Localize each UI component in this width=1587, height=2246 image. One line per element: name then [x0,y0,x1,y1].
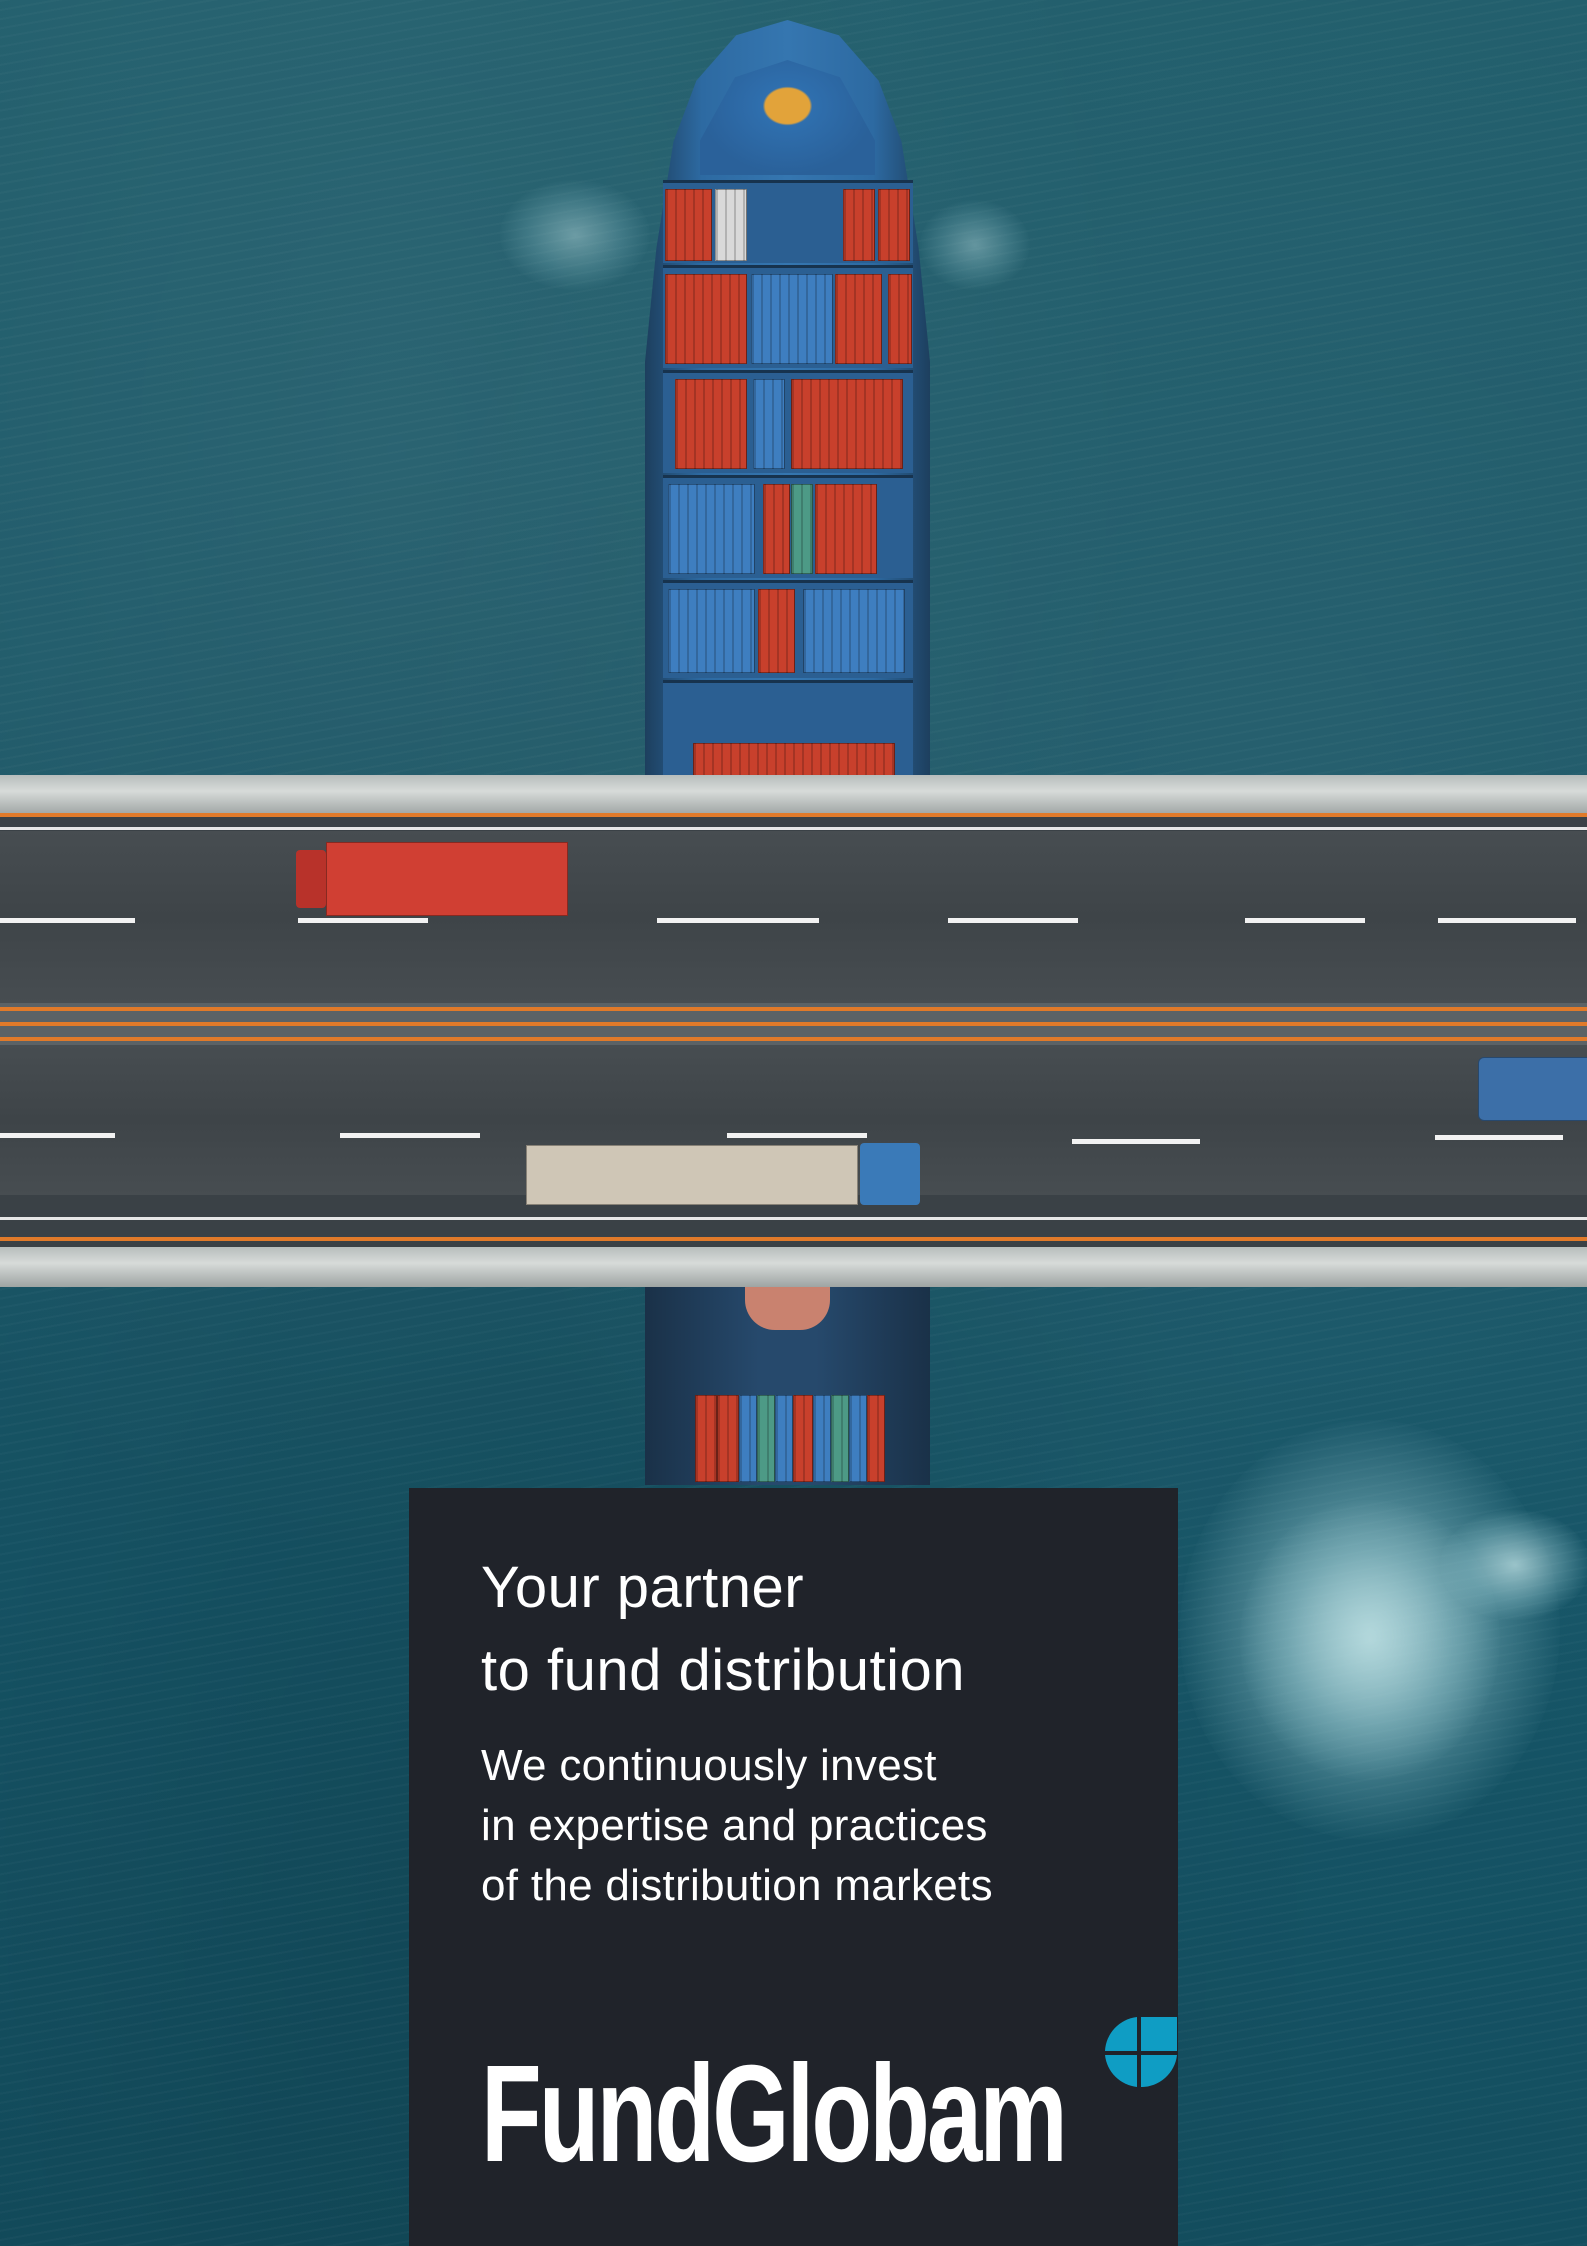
brand-logo: FundGlobam [481,2013,1177,2193]
wake-foam [1440,1510,1587,1620]
ship-bridge-house [745,1285,830,1330]
container [739,1395,757,1482]
bridge-railing [0,775,1587,815]
lane-marking [948,918,1078,923]
subheadline-line: of the distribution markets [481,1861,993,1910]
truck-trailer [1478,1057,1587,1121]
bridge-edge-stripe [0,1217,1587,1220]
bridge-edge-stripe [0,813,1587,817]
lane-marking [340,1133,480,1138]
lane-marking [1245,918,1365,923]
brand-wordmark: FundGlobam [481,2037,1068,2191]
container [843,189,875,261]
bridge-edge-stripe [0,1237,1587,1241]
white-truck [526,1143,930,1207]
median-stripe [0,1022,1587,1026]
container [717,1395,739,1482]
highway-bridge [0,775,1587,1287]
headline: Your partner to fund distribution [481,1546,965,1712]
bow-wave [500,180,650,290]
subheadline-line: in expertise and practices [481,1801,988,1850]
container [757,1395,775,1482]
container [665,274,747,364]
subheadline: We continuously invest in expertise and … [481,1736,993,1916]
container [867,1395,885,1482]
globe-quadrant-icon [1105,2017,1177,2088]
container-bay [663,265,913,368]
container-bay [663,180,913,263]
container [831,1395,849,1482]
ad-card: Your partner to fund distribution We con… [409,1488,1178,2246]
ship-stern [645,1285,930,1485]
container [849,1395,867,1482]
container [668,484,755,574]
container [803,589,905,673]
truck-trailer [326,842,568,916]
container [668,589,755,673]
container [758,589,795,673]
truck-trailer [526,1145,858,1205]
bridge-edge-stripe [0,827,1587,830]
blue-truck [1478,1057,1587,1121]
lane-marking [657,918,819,923]
container [753,379,785,469]
container [675,379,747,469]
container [878,189,910,261]
container-ship [645,20,930,785]
container [775,1395,793,1482]
container [791,484,813,574]
container [665,189,712,261]
headline-line: to fund distribution [481,1638,965,1703]
headline-line: Your partner [481,1555,805,1620]
truck-cab [860,1143,920,1205]
container-bay [663,475,913,578]
bridge-railing [0,1247,1587,1287]
bow-wave [920,200,1030,290]
subheadline-line: We continuously invest [481,1741,937,1790]
lane-marking [0,918,135,923]
container [763,484,790,574]
road-lane-upper [0,831,1587,1003]
container [695,1395,717,1482]
container [813,1395,831,1482]
lane-marking [1435,1135,1563,1140]
lane-marking [298,918,428,923]
median-stripe [0,1037,1587,1041]
container [791,379,903,469]
lane-marking [1072,1139,1200,1144]
container-bay [663,370,913,473]
container [835,274,882,364]
container [888,274,912,364]
container [715,189,747,261]
container [751,274,833,364]
container-bay [663,680,913,785]
lane-marking [0,1133,115,1138]
median-stripe [0,1007,1587,1011]
lane-marking [727,1133,867,1138]
container [815,484,877,574]
container-bay [663,580,913,678]
truck-cab [296,850,326,908]
red-truck [296,842,568,916]
lane-marking [1438,918,1576,923]
container [793,1395,813,1482]
